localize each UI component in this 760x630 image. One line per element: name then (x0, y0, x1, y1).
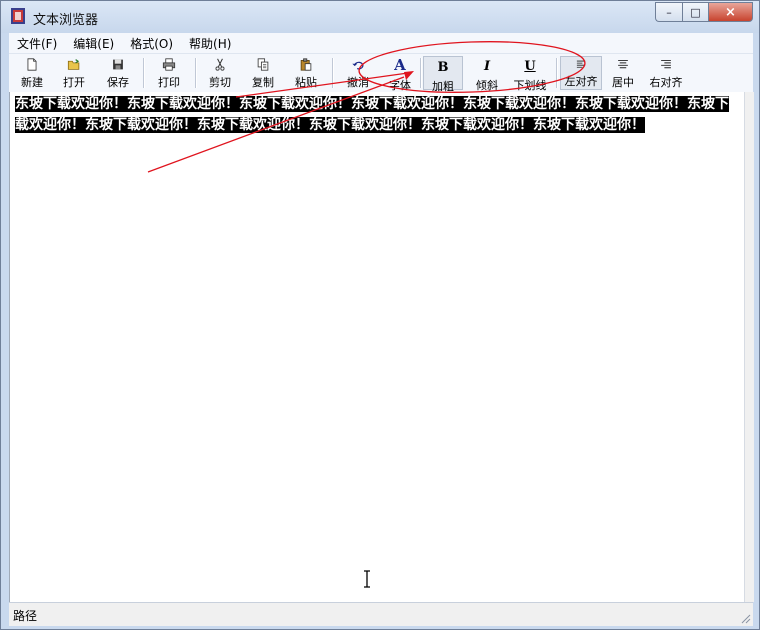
paste-label: 粘贴 (295, 76, 317, 89)
menu-help[interactable]: 帮助(H) (181, 35, 239, 52)
copy-button[interactable]: 复制 (246, 56, 280, 90)
new-file-icon (27, 58, 37, 71)
window-title: 文本浏览器 (33, 13, 99, 28)
resize-grip-icon[interactable] (739, 612, 751, 624)
maximize-button[interactable]: □ (682, 2, 708, 22)
open-button[interactable]: 打开 (57, 56, 91, 90)
toolbar-separator (143, 58, 145, 88)
italic-button[interactable]: I 倾斜 (468, 56, 506, 92)
bold-button[interactable]: B 加粗 (423, 56, 463, 93)
paste-button[interactable]: 粘贴 (289, 56, 323, 90)
menu-format[interactable]: 格式(O) (122, 35, 181, 52)
save-label: 保存 (107, 76, 129, 89)
align-right-button[interactable]: 右对齐 (645, 56, 687, 90)
open-folder-icon (67, 59, 80, 70)
align-center-icon (618, 59, 628, 69)
align-left-button[interactable]: 左对齐 (560, 56, 602, 90)
align-right-icon (661, 59, 671, 69)
undo-icon (352, 61, 364, 70)
font-glyph: A (394, 56, 406, 74)
toolbar-separator (332, 58, 334, 88)
menu-edit[interactable]: 编辑(E) (65, 35, 122, 52)
menu-bar: 文件(F) 编辑(E) 格式(O) 帮助(H) (9, 33, 753, 54)
document-text[interactable]: 东坡下载欢迎你！东坡下载欢迎你！东坡下载欢迎你！东坡下载欢迎你！东坡下载欢迎你！… (15, 94, 739, 135)
font-label: 字体 (389, 79, 411, 92)
copy-icon (257, 58, 269, 71)
save-button[interactable]: 保存 (101, 56, 135, 90)
text-document-area[interactable]: 东坡下载欢迎你！东坡下载欢迎你！东坡下载欢迎你！东坡下载欢迎你！东坡下载欢迎你！… (9, 92, 745, 602)
italic-glyph: I (483, 59, 491, 74)
text-cursor-icon (364, 570, 370, 588)
selected-text: 东坡下载欢迎你！东坡下载欢迎你！东坡下载欢迎你！东坡下载欢迎你！东坡下载欢迎你！… (15, 96, 729, 133)
align-center-button[interactable]: 居中 (605, 56, 641, 90)
app-icon (11, 8, 25, 24)
scissors-icon (215, 58, 225, 71)
menu-file[interactable]: 文件(F) (9, 35, 65, 52)
app-window: 文本浏览器 – □ × 文件(F) 编辑(E) 格式(O) 帮助(H) 新建 打… (0, 0, 760, 630)
status-bar: 路径 (9, 602, 753, 626)
toolbar: 新建 打开 保存 打印 剪切 复制 粘贴 撤消 A 字体 B 加粗 I 倾斜 U… (9, 54, 753, 93)
vertical-scrollbar[interactable] (744, 92, 754, 602)
undo-label: 撤消 (347, 76, 369, 89)
printer-icon (162, 58, 176, 71)
new-label: 新建 (21, 76, 43, 89)
align-center-label: 居中 (612, 76, 634, 89)
paste-icon (300, 58, 312, 71)
align-left-label: 左对齐 (564, 75, 598, 88)
underline-button[interactable]: U 下划线 (509, 56, 551, 92)
status-path: 路径 (13, 609, 38, 623)
new-button[interactable]: 新建 (15, 56, 49, 90)
title-bar[interactable]: 文本浏览器 – □ × (1, 1, 759, 33)
minimize-button[interactable]: – (655, 2, 682, 22)
open-label: 打开 (63, 76, 85, 89)
align-left-icon (576, 60, 586, 68)
close-button[interactable]: × (708, 2, 753, 22)
toolbar-separator (420, 58, 422, 88)
cut-button[interactable]: 剪切 (203, 56, 237, 90)
toolbar-separator (195, 58, 197, 88)
underline-glyph: U (524, 59, 536, 74)
italic-label: 倾斜 (476, 79, 498, 92)
print-label: 打印 (158, 76, 180, 89)
copy-label: 复制 (252, 76, 274, 89)
print-button[interactable]: 打印 (152, 56, 186, 90)
toolbar-separator (556, 58, 558, 88)
save-disk-icon (113, 59, 123, 70)
font-button[interactable]: A 字体 (381, 56, 419, 93)
bold-glyph: B (437, 60, 449, 75)
underline-label: 下划线 (513, 79, 547, 92)
cut-label: 剪切 (209, 76, 231, 89)
undo-button[interactable]: 撤消 (341, 56, 375, 90)
align-right-label: 右对齐 (649, 76, 683, 89)
